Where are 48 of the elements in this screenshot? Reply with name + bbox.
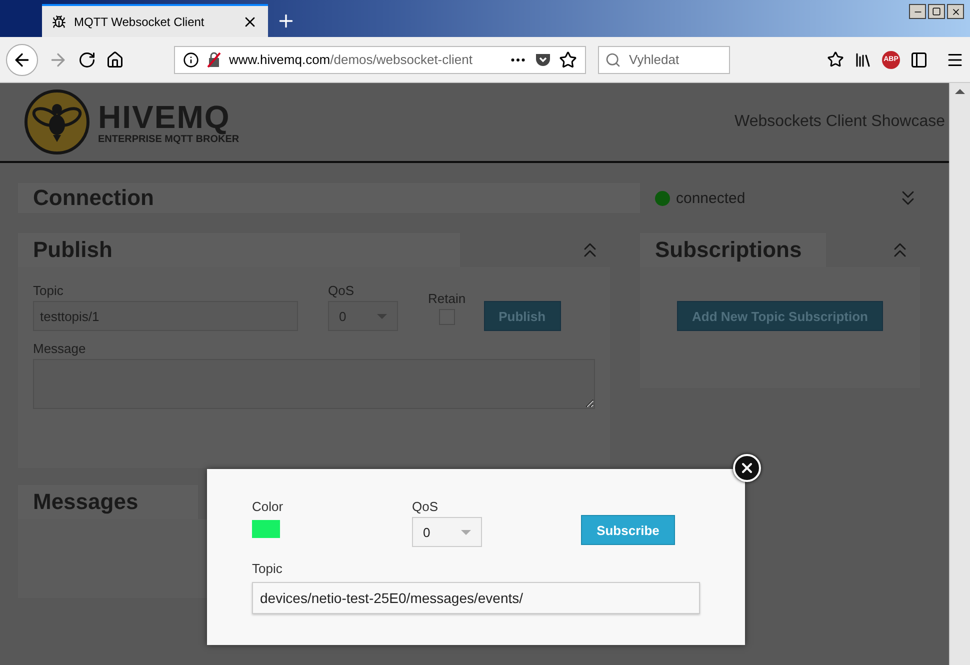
qos-select[interactable]: 0 xyxy=(328,301,398,331)
search-field[interactable]: Vyhledat xyxy=(598,46,730,74)
close-button[interactable] xyxy=(947,4,964,19)
section-title: Messages xyxy=(33,489,138,515)
pocket-icon[interactable] xyxy=(535,52,551,68)
maximize-button[interactable] xyxy=(928,4,945,19)
close-icon[interactable] xyxy=(950,6,960,16)
tab-title: MQTT Websocket Client xyxy=(74,14,206,28)
address-bar[interactable]: www.hivemq.com/demos/websocket-client xyxy=(174,46,586,74)
field-label: Topic xyxy=(252,561,284,576)
field-label: Color xyxy=(252,499,284,514)
sidebar-icon[interactable] xyxy=(910,50,928,68)
brand-name: HIVEMQ xyxy=(98,100,232,134)
subscribe-button[interactable]: Subscribe xyxy=(581,515,675,545)
field-label: QoS xyxy=(328,283,356,298)
brand-tagline: ENTERPRISE MQTT BROKER xyxy=(98,134,240,144)
field-label: Topic xyxy=(33,283,64,298)
section-title: Connection xyxy=(33,185,154,211)
close-icon[interactable] xyxy=(739,460,755,476)
connection-header[interactable]: Connection xyxy=(18,183,640,213)
topic-field[interactable]: devices/netio-test-25E0/messages/events/ xyxy=(252,582,700,614)
status-text: connected xyxy=(676,190,746,206)
color-swatch[interactable] xyxy=(252,520,280,538)
qos-select[interactable]: 0 xyxy=(412,517,482,547)
browser-tab[interactable]: MQTT Websocket Client xyxy=(42,4,268,37)
reload-icon[interactable] xyxy=(78,50,96,68)
home-icon[interactable] xyxy=(106,50,124,68)
bookmark-star-icon[interactable] xyxy=(559,50,577,68)
topic-field[interactable]: testtopis/1 xyxy=(33,301,298,331)
info-icon[interactable] xyxy=(183,52,199,68)
star-list-icon[interactable] xyxy=(827,51,844,68)
back-button[interactable] xyxy=(6,44,38,76)
maximize-icon[interactable] xyxy=(932,7,941,16)
section-title: Publish xyxy=(33,237,112,263)
showcase-title: Websockets Client Showcase xyxy=(734,113,945,131)
field-label: QoS xyxy=(412,499,440,514)
field-label: Retain xyxy=(428,291,466,306)
message-field[interactable] xyxy=(33,359,595,409)
lock-off-icon[interactable] xyxy=(207,52,221,68)
section-title: Subscriptions xyxy=(655,237,802,263)
field-label: Message xyxy=(33,341,87,356)
bee-logo-icon xyxy=(24,89,90,155)
url-text: www.hivemq.com/demos/websocket-client xyxy=(229,52,474,67)
bug-icon xyxy=(52,14,66,28)
library-icon[interactable] xyxy=(854,50,872,68)
scrollbar[interactable] xyxy=(949,83,970,665)
search-icon xyxy=(605,52,621,68)
minimize-button[interactable] xyxy=(909,4,926,19)
